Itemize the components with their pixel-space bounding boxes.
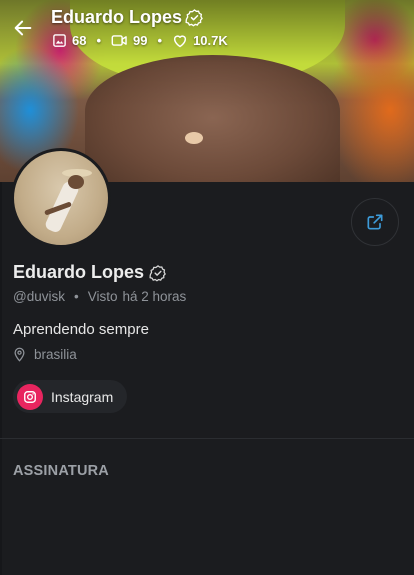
likes-count: 10.7K (193, 33, 228, 48)
profile-location: brasilia (13, 347, 77, 362)
avatar[interactable] (11, 148, 111, 248)
likes-stat[interactable]: 10.7K (172, 33, 228, 48)
share-button[interactable] (351, 198, 399, 246)
profile-name-text: Eduardo Lopes (13, 262, 145, 282)
avatar-head (68, 175, 84, 189)
section-divider (0, 438, 414, 439)
stats-separator: • (157, 33, 163, 48)
share-icon (367, 214, 383, 230)
profile-handle: @duvisk (13, 289, 65, 304)
video-icon (111, 35, 127, 46)
photos-count: 68 (72, 33, 87, 48)
last-seen-time: há 2 horas (122, 289, 187, 304)
back-button[interactable] (8, 13, 38, 43)
edge-shadow (0, 182, 2, 575)
profile-meta: @duvisk • Visto há 2 horas (13, 289, 186, 304)
subscription-section-title: ASSINATURA (13, 463, 109, 479)
profile-name: Eduardo Lopes (13, 262, 167, 283)
header-stats: 68 • 99 • 10.7K (52, 33, 228, 48)
stats-separator: • (96, 33, 102, 48)
photos-stat[interactable]: 68 (52, 33, 86, 48)
location-pin-icon (14, 347, 25, 362)
arrow-left-icon (14, 20, 32, 36)
header-title: Eduardo Lopes (51, 7, 204, 28)
profile-bio: Aprendendo sempre (13, 321, 149, 338)
verified-icon (185, 9, 203, 27)
instagram-label: Instagram (51, 388, 114, 405)
last-seen-label: Visto (87, 289, 118, 304)
heart-icon (173, 35, 187, 48)
meta-separator: • (73, 289, 79, 304)
verified-icon (149, 264, 166, 282)
header-name: Eduardo Lopes (51, 7, 183, 27)
image-icon (53, 34, 66, 47)
videos-count: 99 (133, 33, 148, 48)
instagram-icon (17, 383, 43, 410)
instagram-link[interactable]: Instagram (13, 380, 128, 413)
location-text: brasilia (34, 347, 77, 362)
videos-stat[interactable]: 99 (111, 33, 148, 48)
